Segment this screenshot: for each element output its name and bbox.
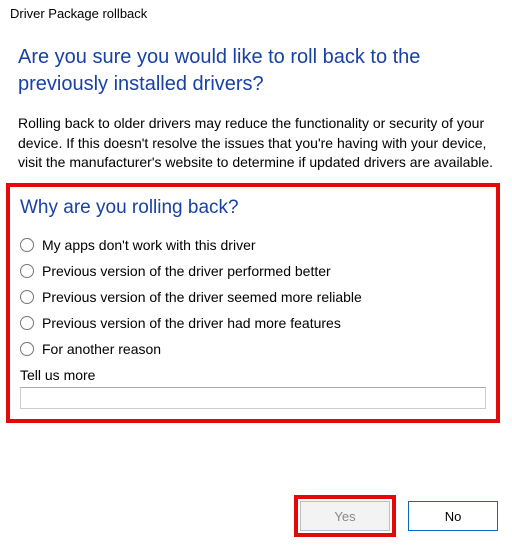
- reason-option-another[interactable]: For another reason: [20, 341, 486, 357]
- survey-heading: Why are you rolling back?: [20, 197, 486, 219]
- tell-us-more-label: Tell us more: [20, 367, 486, 383]
- tell-us-more-input[interactable]: [20, 387, 486, 409]
- dialog-content: Are you sure you would like to roll back…: [0, 30, 512, 431]
- reason-radio[interactable]: [20, 316, 34, 330]
- reason-label: Previous version of the driver performed…: [42, 263, 331, 279]
- reason-label: My apps don't work with this driver: [42, 237, 256, 253]
- yes-button[interactable]: Yes: [300, 501, 390, 531]
- no-button[interactable]: No: [408, 501, 498, 531]
- reason-radio[interactable]: [20, 264, 34, 278]
- dialog-button-bar: Yes No: [294, 495, 498, 537]
- dialog-heading: Are you sure you would like to roll back…: [18, 44, 494, 98]
- reason-radio[interactable]: [20, 290, 34, 304]
- reason-option-more-features[interactable]: Previous version of the driver had more …: [20, 315, 486, 331]
- reason-label: For another reason: [42, 341, 161, 357]
- reason-radio[interactable]: [20, 342, 34, 356]
- reason-label: Previous version of the driver had more …: [42, 315, 341, 331]
- reason-option-more-reliable[interactable]: Previous version of the driver seemed mo…: [20, 289, 486, 305]
- reason-radio[interactable]: [20, 238, 34, 252]
- reason-option-apps[interactable]: My apps don't work with this driver: [20, 237, 486, 253]
- survey-section-highlight: Why are you rolling back? My apps don't …: [6, 183, 500, 423]
- yes-button-highlight: Yes: [294, 495, 396, 537]
- dialog-body-text: Rolling back to older drivers may reduce…: [18, 114, 494, 173]
- reason-option-performed-better[interactable]: Previous version of the driver performed…: [20, 263, 486, 279]
- window-title: Driver Package rollback: [0, 0, 512, 30]
- reason-label: Previous version of the driver seemed mo…: [42, 289, 362, 305]
